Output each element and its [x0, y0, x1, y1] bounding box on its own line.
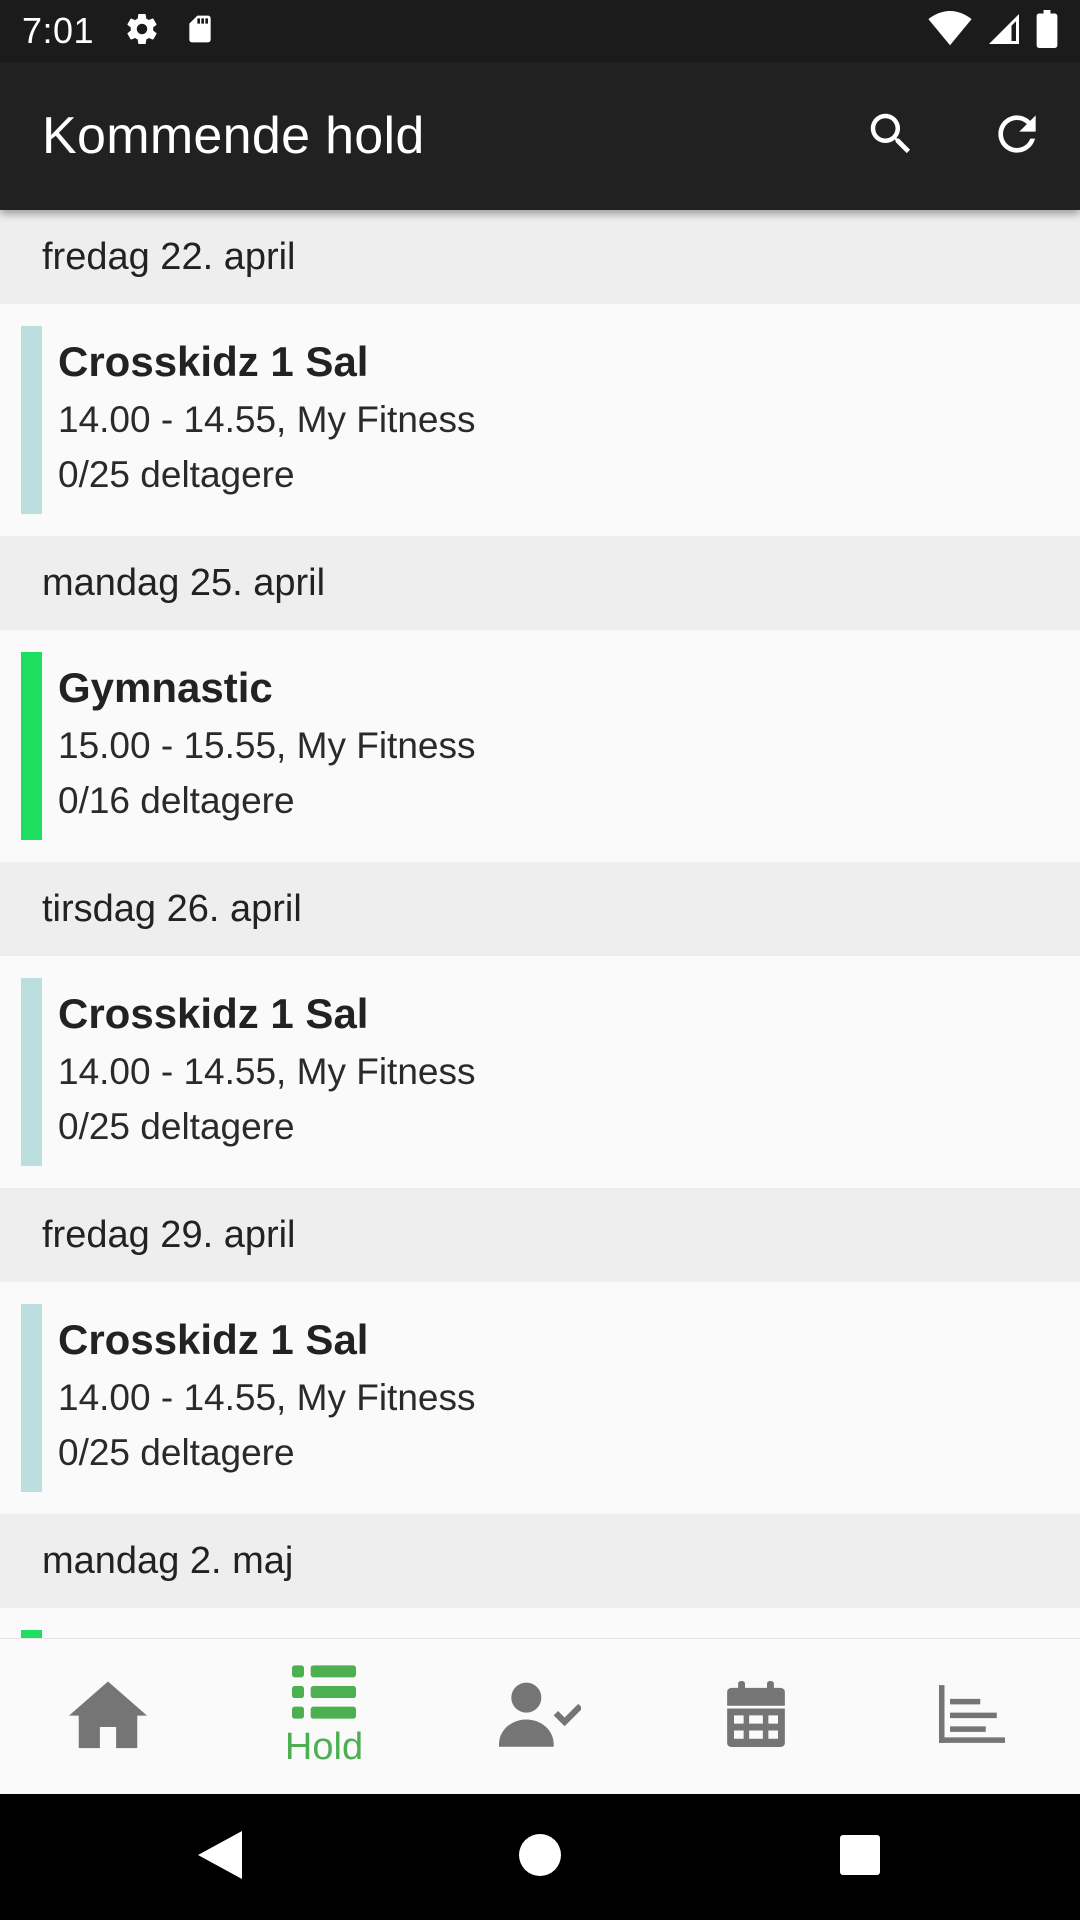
sd-card-icon [184, 11, 216, 52]
nav-participants[interactable] [432, 1639, 648, 1794]
session-color-bar [21, 1630, 42, 1638]
session-item[interactable]: Gymnastic 15.00 - 15.55, My Fitness 0/16… [0, 630, 1080, 862]
nav-statistics[interactable] [864, 1639, 1080, 1794]
session-item[interactable] [0, 1608, 1080, 1638]
session-name: Crosskidz 1 Sal [58, 990, 369, 1037]
nav-home[interactable] [0, 1639, 216, 1794]
person-check-icon [499, 1681, 583, 1752]
app-bar: Kommende hold [0, 62, 1080, 210]
date-header: fredag 22. april [0, 210, 1080, 304]
wifi-icon [928, 10, 972, 52]
refresh-button[interactable] [954, 73, 1080, 199]
session-color-bar [21, 978, 42, 1166]
session-time-place: 14.00 - 14.55, My Fitness [58, 1377, 476, 1418]
session-item[interactable]: Crosskidz 1 Sal 14.00 - 14.55, My Fitnes… [0, 304, 1080, 536]
date-header: tirsdag 26. april [0, 862, 1080, 956]
session-time-place: 14.00 - 14.55, My Fitness [58, 1051, 476, 1092]
session-color-bar [21, 1304, 42, 1492]
system-home-button[interactable] [380, 1794, 700, 1920]
session-participants: 0/25 deltagere [58, 1432, 295, 1473]
session-color-bar [21, 326, 42, 514]
session-participants: 0/25 deltagere [58, 1106, 295, 1147]
session-item[interactable]: Crosskidz 1 Sal 14.00 - 14.55, My Fitnes… [0, 1282, 1080, 1514]
page-title: Kommende hold [42, 107, 425, 165]
session-participants: 0/25 deltagere [58, 454, 295, 495]
date-header: fredag 29. april [0, 1188, 1080, 1282]
recents-icon [840, 1834, 880, 1880]
session-color-bar [21, 652, 42, 840]
battery-icon [1036, 9, 1058, 53]
calendar-icon [727, 1681, 785, 1752]
schedule-list[interactable]: fredag 22. april Crosskidz 1 Sal 14.00 -… [0, 210, 1080, 1638]
refresh-icon [989, 106, 1045, 167]
system-back-button[interactable] [60, 1794, 380, 1920]
nav-calendar[interactable] [648, 1639, 864, 1794]
nav-label-hold: Hold [284, 1725, 364, 1768]
stats-icon [939, 1685, 1005, 1748]
session-participants: 0/16 deltagere [58, 780, 295, 821]
search-button[interactable] [828, 73, 954, 199]
settings-icon [124, 11, 160, 52]
signal-icon [986, 11, 1022, 52]
search-icon [864, 107, 918, 166]
session-name: Gymnastic [58, 664, 273, 711]
session-name: Crosskidz 1 Sal [58, 338, 369, 385]
nav-hold[interactable]: Hold [216, 1639, 432, 1794]
date-header: mandag 2. maj [0, 1514, 1080, 1608]
home-circle-icon [519, 1833, 561, 1881]
home-icon [69, 1679, 147, 1754]
session-time-place: 15.00 - 15.55, My Fitness [58, 725, 476, 766]
status-time: 7:01 [22, 10, 95, 51]
back-icon [198, 1830, 242, 1884]
system-recents-button[interactable] [700, 1794, 1020, 1920]
date-header: mandag 25. april [0, 536, 1080, 630]
system-navigation [0, 1794, 1080, 1920]
list-icon [292, 1664, 356, 1724]
bottom-navigation: Hold [0, 1638, 1080, 1794]
session-name: Crosskidz 1 Sal [58, 1316, 369, 1363]
session-item[interactable]: Crosskidz 1 Sal 14.00 - 14.55, My Fitnes… [0, 956, 1080, 1188]
session-time-place: 14.00 - 14.55, My Fitness [58, 399, 476, 440]
status-bar: 7:01 [0, 0, 1080, 62]
